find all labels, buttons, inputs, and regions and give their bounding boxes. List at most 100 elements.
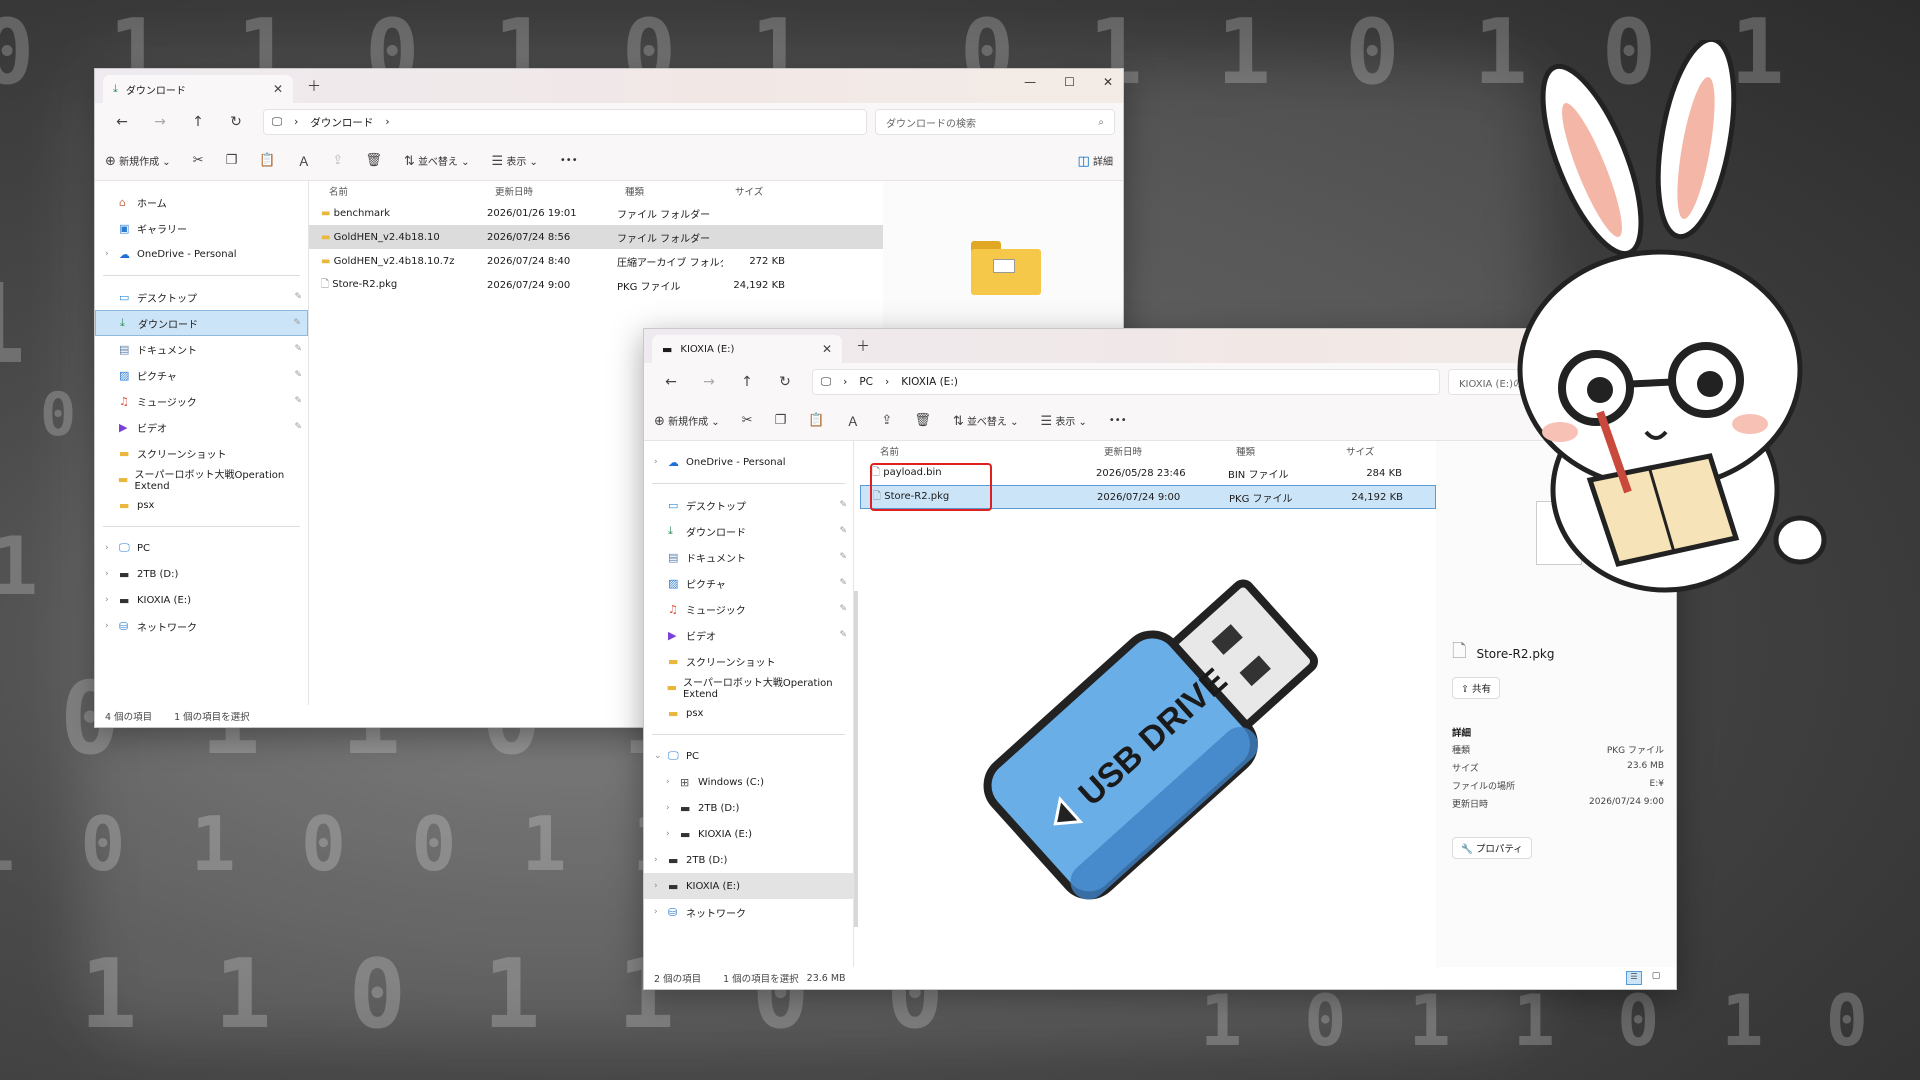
paste-icon[interactable]: 📋	[259, 153, 275, 168]
file-row[interactable]: ▬ GoldHEN_v2.4b18.10.7z 2026/07/24 8:40 圧縮…	[309, 249, 883, 273]
paste-icon[interactable]: 📋	[808, 413, 824, 428]
up-icon[interactable]: ↑	[179, 114, 217, 130]
chevron-right-icon[interactable]: ›	[654, 457, 668, 467]
copy-icon[interactable]: ❐	[775, 413, 787, 428]
nav-item[interactable]: ▤ ドキュメント ✎	[644, 544, 853, 570]
cut-icon[interactable]: ✂	[193, 153, 204, 168]
refresh-icon[interactable]: ↻	[766, 374, 804, 390]
nav-item[interactable]: ▭ デスクトップ ✎	[644, 492, 853, 518]
nav-item[interactable]: ⌄ 🖵 PC	[644, 743, 853, 769]
column-header[interactable]: 種類	[613, 184, 723, 198]
nav-item[interactable]: ▭ デスクトップ ✎	[95, 284, 308, 310]
address-field[interactable]: 🖵 › ダウンロード ›	[263, 109, 867, 135]
back-icon[interactable]: ←	[103, 114, 141, 130]
pin-icon[interactable]: ✎	[839, 500, 847, 510]
chevron-right-icon[interactable]: ›	[105, 569, 119, 579]
nav-item[interactable]: › 🖵 PC	[95, 535, 308, 561]
new-tab-icon[interactable]: ＋	[307, 76, 321, 96]
up-icon[interactable]: ↑	[728, 374, 766, 390]
address-field[interactable]: 🖵 › PC › KIOXIA (E:)	[812, 369, 1440, 395]
nav-item[interactable]: › ▬ KIOXIA (E:)	[644, 821, 853, 847]
nav-item[interactable]: ♫ ミュージック ✎	[95, 388, 308, 414]
nav-item[interactable]: › ▬ KIOXIA (E:)	[644, 873, 853, 899]
nav-item[interactable]: ♫ ミュージック ✎	[644, 596, 853, 622]
nav-item[interactable]: ▶ ビデオ ✎	[95, 414, 308, 440]
new-button[interactable]: ⊕ 新規作成 ⌄	[105, 153, 171, 169]
breadcrumb-item[interactable]: ダウンロード	[310, 115, 373, 130]
column-header[interactable]: サイズ	[723, 184, 789, 198]
file-row[interactable]: ▬ GoldHEN_v2.4b18.10 2026/07/24 8:56 ファイル …	[309, 225, 883, 249]
column-header[interactable]: サイズ	[1334, 444, 1406, 458]
nav-item[interactable]: › ⛁ ネットワーク	[95, 613, 308, 639]
close-tab-icon[interactable]: ✕	[822, 342, 832, 356]
column-header[interactable]: 名前	[868, 444, 1092, 458]
new-tab-icon[interactable]: ＋	[856, 336, 870, 356]
nav-item[interactable]: › ▬ 2TB (D:)	[95, 561, 308, 587]
nav-item[interactable]: ⌂ ホーム	[95, 189, 308, 215]
forward-icon[interactable]: →	[690, 374, 728, 390]
nav-item[interactable]: ▨ ピクチャ ✎	[644, 570, 853, 596]
delete-icon[interactable]: 🗑	[914, 413, 931, 428]
chevron-right-icon[interactable]: ›	[654, 881, 668, 891]
chevron-right-icon[interactable]: ›	[105, 621, 119, 631]
sort-button[interactable]: ⇅ 並べ替え ⌄	[953, 413, 1019, 429]
nav-item[interactable]: ▬ スーパーロボット大戦Operation Extend	[644, 674, 853, 700]
search-input[interactable]: ダウンロードの検索 ⌕	[875, 109, 1115, 135]
chevron-right-icon[interactable]: ›	[105, 249, 119, 259]
pin-icon[interactable]: ✎	[839, 578, 847, 588]
nav-item[interactable]: › ▬ 2TB (D:)	[644, 795, 853, 821]
breadcrumb-item[interactable]: KIOXIA (E:)	[901, 376, 958, 388]
chevron-right-icon[interactable]: ›	[105, 595, 119, 605]
nav-item[interactable]: ▶ ビデオ ✎	[644, 622, 853, 648]
chevron-right-icon[interactable]: ›	[666, 777, 680, 787]
breadcrumb-item[interactable]: PC	[859, 376, 873, 388]
new-button[interactable]: ⊕ 新規作成 ⌄	[654, 413, 720, 429]
chevron-down-icon[interactable]: ⌄	[654, 751, 668, 761]
pin-icon[interactable]: ✎	[294, 422, 302, 432]
close-icon[interactable]: ✕	[1103, 75, 1113, 89]
column-header[interactable]: 更新日時	[1092, 444, 1224, 458]
nav-item[interactable]: › ⊞ Windows (C:)	[644, 769, 853, 795]
pin-icon[interactable]: ✎	[839, 630, 847, 640]
cut-icon[interactable]: ✂	[742, 413, 753, 428]
pin-icon[interactable]: ✎	[294, 344, 302, 354]
nav-item[interactable]: ⤓ ダウンロード ✎	[644, 518, 853, 544]
nav-item[interactable]: ▬ psx	[644, 700, 853, 726]
pin-icon[interactable]: ✎	[293, 318, 301, 328]
nav-item[interactable]: › ☁ OneDrive - Personal	[644, 449, 853, 475]
pin-icon[interactable]: ✎	[294, 370, 302, 380]
details-button[interactable]: ◫ 詳細	[1078, 153, 1113, 169]
maximize-icon[interactable]: ☐	[1064, 75, 1075, 89]
rename-icon[interactable]: Ａ	[846, 411, 859, 430]
share-button[interactable]: ⇪ 共有	[1452, 677, 1501, 699]
share-icon[interactable]: ⇪	[881, 413, 892, 428]
nav-item[interactable]: ▬ psx	[95, 492, 308, 518]
nav-item[interactable]: ▬ スクリーンショット	[644, 648, 853, 674]
copy-icon[interactable]: ❐	[226, 153, 238, 168]
tab-downloads[interactable]: ⤓ ダウンロード ✕	[103, 75, 293, 103]
tab-kioxia[interactable]: ▬ KIOXIA (E:) ✕	[652, 335, 842, 363]
nav-item[interactable]: ⤓ ダウンロード ✎	[95, 310, 308, 336]
close-tab-icon[interactable]: ✕	[273, 82, 283, 96]
rename-icon[interactable]: Ａ	[297, 151, 310, 170]
column-header[interactable]: 更新日時	[483, 184, 613, 198]
chevron-right-icon[interactable]: ›	[654, 907, 668, 917]
nav-item[interactable]: › ▬ KIOXIA (E:)	[95, 587, 308, 613]
properties-button[interactable]: 🔧 プロパティ	[1452, 837, 1532, 859]
pin-icon[interactable]: ✎	[294, 292, 302, 302]
view-button[interactable]: ☰ 表示 ⌄	[1041, 413, 1087, 429]
chevron-right-icon[interactable]: ›	[105, 543, 119, 553]
column-header[interactable]: 名前	[317, 184, 483, 198]
refresh-icon[interactable]: ↻	[217, 114, 255, 130]
nav-scrollbar[interactable]	[854, 591, 858, 927]
share-icon[interactable]: ⇪	[332, 153, 343, 168]
tiles-view-icon[interactable]: ▢	[1648, 971, 1664, 985]
chevron-right-icon[interactable]: ›	[654, 855, 668, 865]
details-view-icon[interactable]: ☰	[1626, 971, 1642, 985]
forward-icon[interactable]: →	[141, 114, 179, 130]
file-row[interactable]: 🗋 Store-R2.pkg 2026/07/24 9:00 PKG ファイル 24,…	[309, 273, 883, 297]
pin-icon[interactable]: ✎	[839, 526, 847, 536]
view-button[interactable]: ☰ 表示 ⌄	[492, 153, 538, 169]
pin-icon[interactable]: ✎	[839, 604, 847, 614]
nav-item[interactable]: ▬ スーパーロボット大戦Operation Extend	[95, 466, 308, 492]
